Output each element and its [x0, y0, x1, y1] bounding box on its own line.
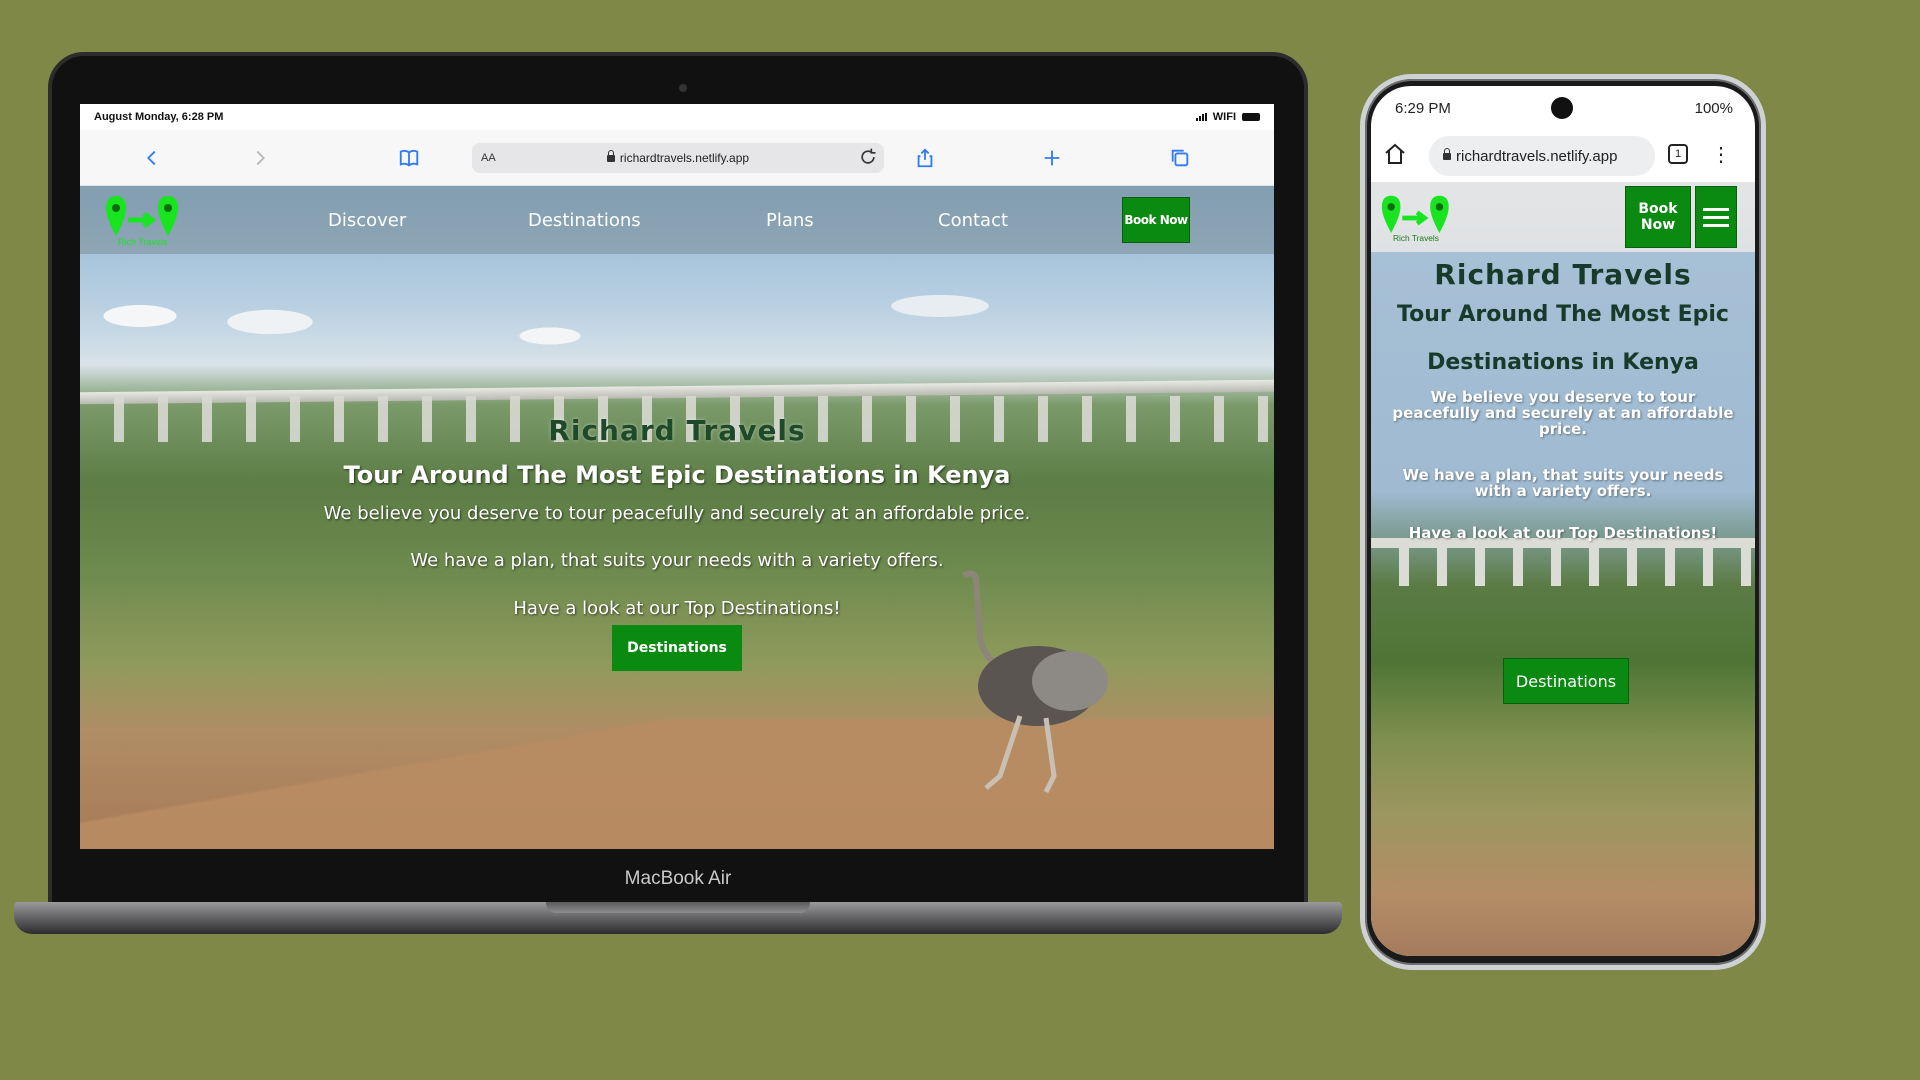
- url-text: richardtravels.netlify.app: [619, 151, 750, 165]
- phone-site-navbar: Rich Travels Book Now: [1371, 182, 1755, 252]
- hero-paragraph-1: We believe you deserve to tour peacefull…: [1392, 388, 1734, 438]
- status-datetime: August Monday, 6:28 PM: [94, 111, 224, 123]
- book-label-line1: Book: [1638, 201, 1678, 217]
- svg-text:Rich Travels: Rich Travels: [118, 237, 168, 247]
- rich-travels-logo[interactable]: Rich Travels: [1379, 192, 1459, 244]
- front-camera: [1551, 97, 1573, 119]
- battery-icon: [1242, 113, 1260, 121]
- hero-paragraph-2: We have a plan, that suits your needs wi…: [1402, 466, 1724, 500]
- hero-content: Richard Travels Tour Around The Most Epi…: [80, 414, 1274, 671]
- book-now-button[interactable]: Book Now: [1625, 186, 1691, 248]
- address-bar[interactable]: AA richardtravels.netlify.app: [472, 143, 884, 173]
- destinations-button[interactable]: Destinations: [612, 625, 742, 671]
- reload-icon[interactable]: [858, 147, 878, 170]
- phone-address-bar[interactable]: richardtravels.netlify.app: [1429, 136, 1655, 176]
- site-navbar: Rich Travels Discover Destinations Plans…: [80, 186, 1274, 254]
- home-icon[interactable]: [1383, 142, 1407, 171]
- more-options-icon[interactable]: ⋮: [1711, 142, 1731, 167]
- hamburger-menu-icon[interactable]: [1695, 186, 1737, 248]
- laptop-opening-notch: [546, 902, 810, 913]
- hero-subtitle-line1: Tour Around The Most Epic: [1397, 302, 1729, 327]
- phone-hero-content: Richard Travels Tour Around The Most Epi…: [1371, 258, 1755, 541]
- new-tab-icon[interactable]: [1038, 144, 1066, 172]
- back-icon[interactable]: [138, 144, 166, 172]
- hero-subtitle-line2: Destinations in Kenya: [1427, 350, 1699, 375]
- tabs-icon[interactable]: [1166, 144, 1194, 172]
- lock-icon: [606, 150, 615, 162]
- nav-discover[interactable]: Discover: [328, 210, 406, 231]
- phone-website: Rich Travels Book Now Richard Travels Tou…: [1371, 182, 1755, 956]
- railway-bridge-image: [1371, 538, 1755, 588]
- share-icon[interactable]: [911, 144, 939, 172]
- browser-toolbar: AA richardtravels.netlify.app: [80, 130, 1274, 186]
- tablet-status-bar: August Monday, 6:28 PM WIFI: [80, 104, 1274, 130]
- laptop-model-label: MacBook Air: [624, 868, 732, 889]
- hero-paragraph-3: Have a look at our Top Destinations!: [1408, 524, 1718, 542]
- book-now-button[interactable]: Book Now: [1122, 197, 1190, 243]
- laptop-screen: August Monday, 6:28 PM WIFI AA richardtr…: [80, 104, 1274, 849]
- nav-destinations[interactable]: Destinations: [528, 210, 641, 231]
- hero-paragraph-3: Have a look at our Top Destinations!: [513, 598, 841, 619]
- bookmarks-icon[interactable]: [395, 144, 423, 172]
- destinations-button[interactable]: Destinations: [1503, 658, 1629, 704]
- phone-screen: 6:29 PM 100% richardtravels.netlify.app …: [1371, 86, 1755, 956]
- nav-plans[interactable]: Plans: [766, 210, 814, 231]
- svg-text:Rich Travels: Rich Travels: [1393, 233, 1439, 243]
- sky-clouds: [80, 276, 1274, 356]
- hero-paragraph-2: We have a plan, that suits your needs wi…: [410, 550, 944, 571]
- wifi-label: WIFI: [1212, 111, 1236, 123]
- rich-travels-logo[interactable]: Rich Travels: [104, 192, 188, 248]
- phone-time: 6:29 PM: [1395, 99, 1451, 117]
- forward-icon[interactable]: [246, 144, 274, 172]
- signal-icon: [1195, 113, 1207, 121]
- phone-url-text: richardtravels.netlify.app: [1456, 147, 1618, 165]
- nav-contact[interactable]: Contact: [938, 210, 1008, 231]
- hero-subtitle: Tour Around The Most Epic Destinations i…: [343, 461, 1011, 489]
- laptop-camera: [679, 84, 687, 92]
- phone-battery: 100%: [1694, 99, 1733, 117]
- lock-icon: [1443, 147, 1451, 160]
- website-hero-section: Rich Travels Discover Destinations Plans…: [80, 186, 1274, 849]
- hero-paragraph-1: We believe you deserve to tour peacefull…: [323, 503, 1031, 524]
- book-label-line2: Now: [1640, 217, 1676, 233]
- phone-browser-bar: richardtravels.netlify.app 1 ⋮: [1371, 130, 1755, 182]
- hero-title: Richard Travels: [548, 414, 806, 447]
- hero-title: Richard Travels: [1434, 258, 1692, 291]
- tab-count-button[interactable]: 1: [1668, 144, 1688, 164]
